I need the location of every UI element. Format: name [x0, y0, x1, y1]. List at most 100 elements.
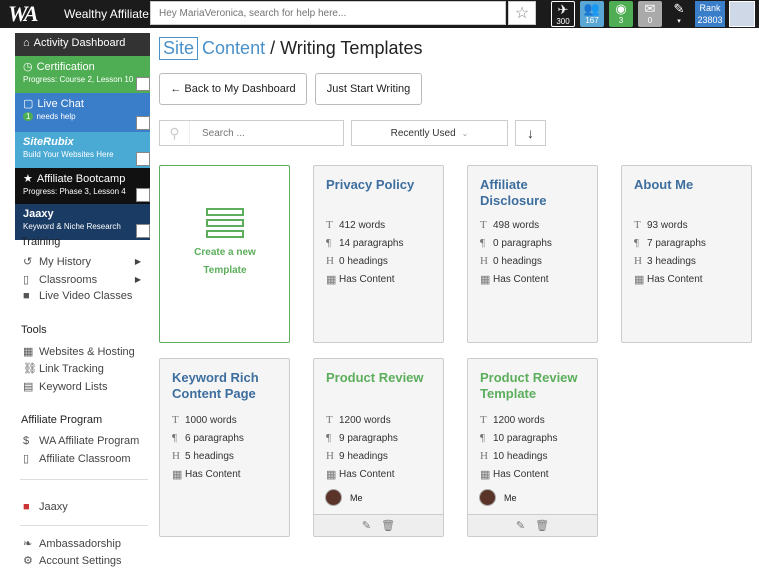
wa-logo[interactable]: WA Wealthy Affiliate — [8, 1, 149, 26]
create-template-card[interactable]: Create a new Template — [159, 165, 290, 343]
sidebar-item-activity-dashboard[interactable]: ⌂ Activity Dashboard — [15, 33, 150, 56]
content-status: ▦ Has Content — [480, 273, 549, 286]
template-card-keyword-rich-content-page[interactable]: Keyword Rich Content Page T 1000 words ¶ 6… — [159, 358, 290, 537]
template-card-affiliate-disclosure[interactable]: Affiliate Disclosure T 498 words ¶ 0 parag… — [467, 165, 598, 343]
card-actions: ✎ 🗑 — [468, 514, 597, 536]
paragraph-icon: ¶ — [326, 237, 331, 249]
just-start-writing-button[interactable]: Just Start Writing — [315, 73, 422, 105]
rank-badge[interactable]: Rank 23803 — [695, 1, 725, 27]
heading-count: H0 headings — [326, 255, 388, 267]
paragraph-icon: ¶ — [480, 237, 485, 249]
table-icon: ▦ — [326, 273, 337, 286]
word-count: T 1000 words — [172, 414, 237, 426]
template-card-product-review[interactable]: Product Review T 1200 words ¶ 9 paragraphs… — [313, 358, 444, 537]
sidebar-item-live-video-classes[interactable]: ■ Live Video Classes — [23, 290, 132, 302]
mail-count: 0 — [647, 16, 653, 25]
sort-select[interactable]: Recently Used ⌄ — [351, 120, 508, 146]
chevron-down-icon: ⌄ — [461, 128, 469, 138]
template-card-product-review-template[interactable]: Product Review Template T 1200 words ¶ 10 … — [467, 358, 598, 537]
paragraph-icon: ¶ — [480, 432, 485, 444]
template-search[interactable]: ⚲ — [159, 120, 344, 146]
sidebar-item-sub: Build Your Websites Here — [23, 150, 114, 159]
paragraph-count: ¶ 14 paragraphs — [326, 237, 404, 249]
sidebar-item-jaaxy-promo[interactable]: Jaaxy Keyword & Niche Research — [15, 204, 150, 240]
heading-count: H3 headings — [634, 255, 696, 267]
nav-label: Affiliate Classroom — [39, 452, 131, 465]
caret-right-icon: ▶ — [134, 275, 141, 284]
paragraph-count: ¶ 7 paragraphs — [634, 237, 706, 249]
sidebar-item-affiliate-classroom[interactable]: ▯ Affiliate Classroom — [23, 452, 131, 466]
history-icon: ↺ — [23, 256, 33, 268]
back-button-label: Back to My Dashboard — [184, 83, 296, 95]
word-count: T 498 words — [480, 219, 540, 231]
sidebar-item-label: Affiliate Bootcamp — [36, 173, 126, 185]
sidebar-item-link-tracking[interactable]: ⛓ Link Tracking — [23, 362, 104, 376]
heading-count: H9 headings — [326, 450, 388, 462]
caret-right-icon: ▶ — [134, 257, 141, 266]
star-icon[interactable]: ☆ — [508, 1, 536, 25]
community-count: 167 — [585, 16, 599, 25]
paragraph-count: ¶ 9 paragraphs — [326, 432, 398, 444]
list-icon: ▤ — [23, 381, 34, 393]
edit-icon[interactable]: ✎ — [362, 519, 371, 532]
template-card-about-me[interactable]: About Me T 93 words ¶ 7 paragraphs H3 head… — [621, 165, 752, 343]
paragraph-count: ¶ 6 paragraphs — [172, 432, 244, 444]
sidebar-item-classrooms[interactable]: ▯ Classrooms ▶ — [23, 273, 141, 287]
template-owner: Me — [479, 489, 517, 506]
table-icon: ▦ — [172, 468, 183, 481]
sidebar-item-my-history[interactable]: ↺ My History ▶ — [23, 255, 141, 269]
global-search-input[interactable] — [159, 7, 479, 19]
template-title: Product Review Template — [480, 370, 578, 401]
airplane-icon[interactable]: ✈ 300 — [551, 1, 575, 27]
text-icon: T — [326, 219, 333, 231]
image-icon — [136, 116, 150, 130]
trash-icon[interactable]: 🗑 — [535, 519, 549, 532]
mail-icon[interactable]: ✉ 0 — [638, 1, 662, 27]
sidebar-item-certification[interactable]: ◷ Certification Progress: Course 2, Lesso… — [15, 56, 150, 93]
nav-label: WA Affiliate Program — [39, 435, 140, 447]
sidebar-item-live-chat[interactable]: ▢ Live Chat 1 needs help — [15, 93, 150, 132]
sort-direction-button[interactable]: ↓ — [515, 120, 546, 146]
logo-text: Wealthy Affiliate — [64, 7, 149, 21]
community-icon[interactable]: 👥 167 — [580, 1, 604, 27]
sidebar-item-websites-hosting[interactable]: ▦ Websites & Hosting — [23, 345, 135, 359]
sidebar-item-sub: needs help — [36, 112, 76, 121]
global-search[interactable] — [150, 1, 506, 25]
title-rest: / Writing Templates — [270, 38, 423, 58]
nav-label: Ambassadorship — [39, 537, 121, 550]
heading-count: H0 headings — [480, 255, 542, 267]
back-to-dashboard-button[interactable]: ← Back to My Dashboard — [159, 73, 307, 105]
sidebar-item-sub: Progress: Phase 3, Lesson 4 — [23, 187, 126, 196]
content-status: ▦ Has Content — [634, 273, 703, 286]
word-count: T 1200 words — [326, 414, 391, 426]
trash-icon[interactable]: 🗑 — [381, 519, 395, 532]
table-icon: ▦ — [326, 468, 337, 481]
template-search-input[interactable] — [202, 127, 332, 139]
nav-label: Link Tracking — [39, 362, 104, 375]
sidebar-item-wa-affiliate-program[interactable]: $ WA Affiliate Program — [23, 435, 139, 447]
pen-icon[interactable]: ✎ ▾ — [667, 1, 691, 27]
template-card-privacy-policy[interactable]: Privacy Policy T 412 words ¶ 14 paragraphs… — [313, 165, 444, 343]
template-title: About Me — [634, 177, 694, 192]
sidebar-item-sub: Keyword & Niche Research — [23, 222, 121, 231]
sidebar-item-affiliate-bootcamp[interactable]: ★ Affiliate Bootcamp Progress: Phase 3, L… — [15, 168, 150, 204]
live-chat-badge: 1 — [23, 112, 34, 121]
edit-icon[interactable]: ✎ — [516, 519, 525, 532]
page-title: Site Content / Writing Templates — [159, 37, 422, 60]
image-icon — [136, 224, 150, 238]
sidebar-item-keyword-lists[interactable]: ▤ Keyword Lists — [23, 380, 107, 394]
content-status: ▦ Has Content — [326, 468, 395, 481]
book-icon: ▯ — [23, 274, 30, 286]
sidebar-item-ambassadorship[interactable]: ❧ Ambassadorship — [23, 537, 121, 551]
sort-select-value: Recently Used — [390, 127, 456, 139]
nav-label: Jaaxy — [39, 501, 68, 513]
text-icon: T — [172, 414, 179, 426]
sidebar-item-account-settings[interactable]: ⚙ Account Settings — [23, 554, 122, 568]
user-avatar[interactable] — [729, 1, 755, 27]
sidebar-item-jaaxy[interactable]: ■ Jaaxy — [23, 501, 68, 513]
heading-icon: H — [634, 255, 642, 267]
sidebar-item-siterubix[interactable]: SiteRubix Build Your Websites Here — [15, 132, 150, 168]
book-icon: ▯ — [23, 453, 30, 465]
globe-icon[interactable]: ◉ 3 — [609, 1, 633, 27]
template-title: Affiliate Disclosure — [480, 177, 547, 208]
